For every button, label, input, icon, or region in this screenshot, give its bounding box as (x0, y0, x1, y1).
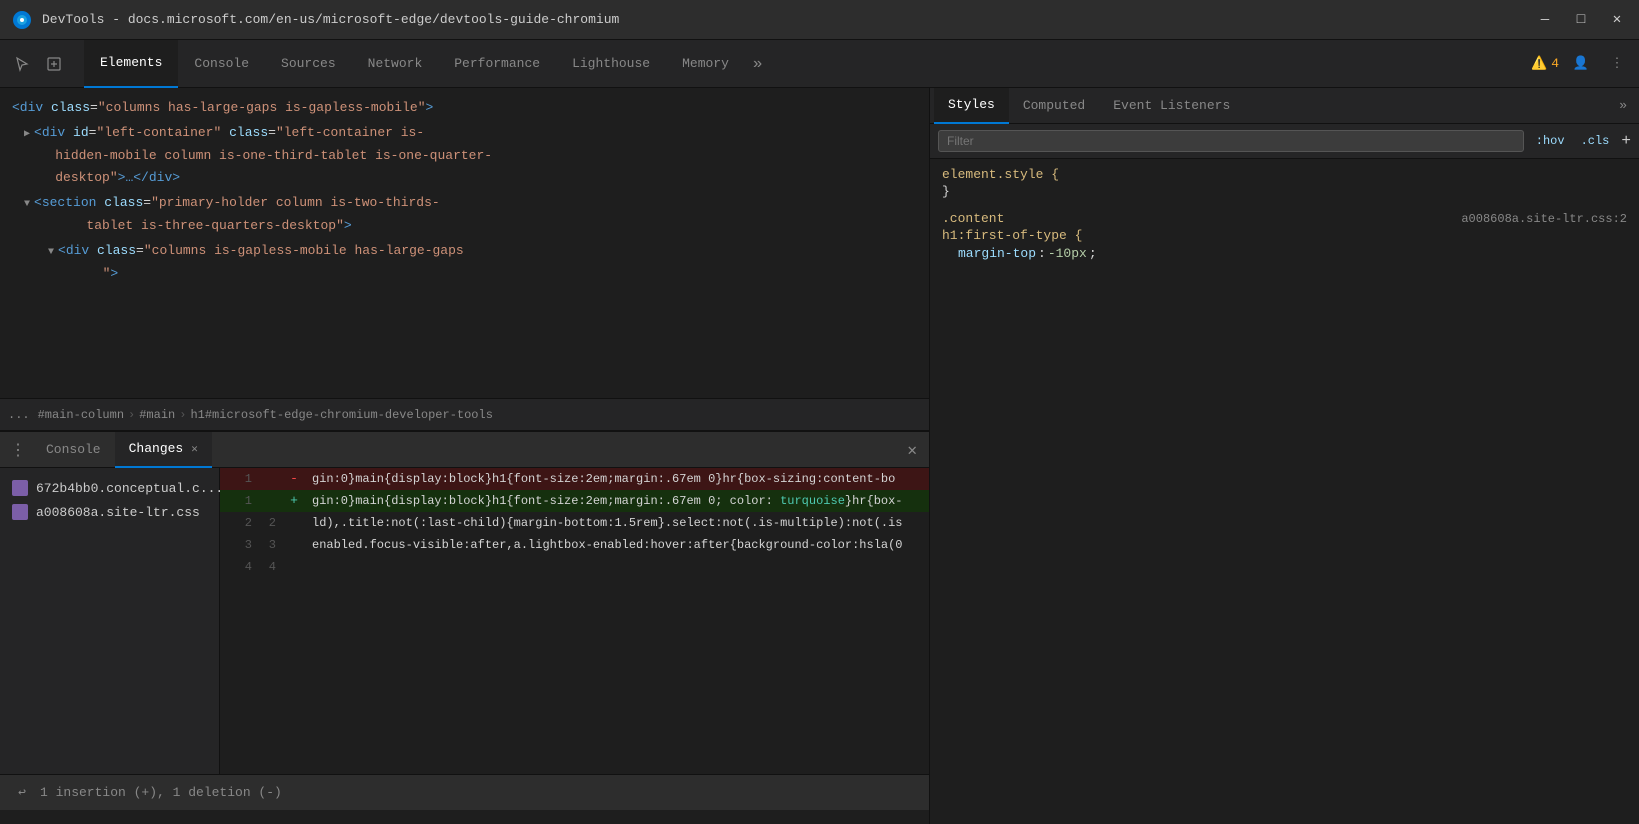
diff-content-context: ld),.title:not(:last-child){margin-botto… (304, 512, 929, 534)
tree-line: "> (0, 264, 929, 287)
cursor-tool-icon[interactable] (8, 50, 36, 78)
tree-line: ▼<section class="primary-holder column i… (0, 191, 929, 216)
filter-cls-button[interactable]: .cls (1577, 132, 1614, 150)
file-item[interactable]: a008608a.site-ltr.css (0, 500, 219, 524)
main-area: <div class="columns has-large-gaps is-ga… (0, 88, 1639, 824)
undo-icon[interactable]: ↩ (12, 783, 32, 803)
app-icon (12, 10, 32, 30)
diff-line-added: 1 + gin:0}main{display:block}h1{font-siz… (220, 490, 929, 512)
warning-icon: ⚠️ (1531, 56, 1547, 71)
tree-line: <div class="columns has-large-gaps is-ga… (0, 96, 929, 121)
styles-tab-event-listeners[interactable]: Event Listeners (1099, 88, 1244, 124)
tab-console[interactable]: Console (178, 40, 265, 88)
drawer-tab-console[interactable]: Console (32, 432, 115, 468)
tree-line: tablet is-three-quarters-desktop"> (0, 216, 929, 239)
file-icon-conceptual (12, 480, 28, 496)
diff-content-deleted: gin:0}main{display:block}h1{font-size:2e… (304, 468, 929, 490)
filter-hov-button[interactable]: :hov (1532, 132, 1569, 150)
style-rule-header: .content a008608a.site-ltr.css:2 (942, 211, 1627, 226)
drawer-content: 672b4bb0.conceptual.c... a008608a.site-l… (0, 468, 929, 774)
summary-bar: ↩ 1 insertion (+), 1 deletion (-) (0, 774, 929, 810)
tab-network[interactable]: Network (352, 40, 439, 88)
elements-tree: <div class="columns has-large-gaps is-ga… (0, 88, 929, 398)
diff-line-context: 4 4 (220, 556, 929, 578)
more-styles-tabs-icon[interactable]: » (1611, 98, 1635, 113)
tree-line: desktop">…</div> (0, 168, 929, 191)
styles-content: element.style { } .content a008608a.site… (930, 159, 1639, 824)
diff-content-added: gin:0}main{display:block}h1{font-size:2e… (304, 490, 929, 512)
diff-view: 1 - gin:0}main{display:block}h1{font-siz… (220, 468, 929, 774)
styles-tab-styles[interactable]: Styles (934, 88, 1009, 124)
tab-memory[interactable]: Memory (666, 40, 745, 88)
close-drawer-icon[interactable]: ✕ (899, 440, 925, 460)
tab-elements[interactable]: Elements (84, 40, 178, 88)
diff-line-context: 2 2 ld),.title:not(:last-child){margin-b… (220, 512, 929, 534)
top-tabs-bar: Elements Console Sources Network Perform… (0, 40, 1639, 88)
maximize-button[interactable]: □ (1571, 12, 1591, 28)
tab-lighthouse[interactable]: Lighthouse (556, 40, 666, 88)
breadcrumb-item-main-column[interactable]: #main-column (38, 408, 124, 422)
style-rule-close: } (942, 184, 1627, 199)
style-rule-content: .content a008608a.site-ltr.css:2 h1:firs… (942, 211, 1627, 262)
diff-marker-del: - (284, 468, 304, 490)
style-prop: margin-top : -10px ; (942, 245, 1627, 262)
filter-bar: :hov .cls + (930, 124, 1639, 159)
diff-content-context: enabled.focus-visible:after,a.lightbox-e… (304, 534, 929, 556)
window-title: DevTools - docs.microsoft.com/en-us/micr… (42, 12, 1525, 27)
user-account-icon[interactable]: 👤 (1567, 50, 1595, 78)
tool-icons (8, 50, 68, 78)
tabs-right-actions: ⚠️ 4 👤 ⋮ (1531, 50, 1631, 78)
tree-line: ▼<div class="columns is-gapless-mobile h… (0, 239, 929, 264)
diff-marker-context (284, 512, 304, 534)
window-controls: — □ ✕ (1535, 11, 1627, 28)
add-style-rule-icon[interactable]: + (1621, 132, 1631, 150)
more-options-icon[interactable]: ⋮ (1603, 50, 1631, 78)
file-item[interactable]: 672b4bb0.conceptual.c... (0, 476, 219, 500)
title-bar: DevTools - docs.microsoft.com/en-us/micr… (0, 0, 1639, 40)
close-tab-changes[interactable]: ✕ (191, 442, 198, 456)
inspect-tool-icon[interactable] (40, 50, 68, 78)
drawer-tabs: ⋮ Console Changes ✕ ✕ (0, 432, 929, 468)
close-button[interactable]: ✕ (1607, 11, 1627, 28)
style-source-link[interactable]: a008608a.site-ltr.css:2 (1461, 212, 1627, 226)
drawer: ⋮ Console Changes ✕ ✕ 672b4bb0.conceptua… (0, 430, 929, 810)
left-panel: <div class="columns has-large-gaps is-ga… (0, 88, 930, 824)
diff-line-deleted: 1 - gin:0}main{display:block}h1{font-siz… (220, 468, 929, 490)
drawer-tab-changes[interactable]: Changes ✕ (115, 432, 212, 468)
breadcrumb-item-main[interactable]: #main (139, 408, 175, 422)
summary-text: 1 insertion (+), 1 deletion (-) (40, 785, 282, 800)
breadcrumb-item-h1[interactable]: h1#microsoft-edge-chromium-developer-too… (190, 408, 492, 422)
right-panel: Styles Computed Event Listeners » :hov .… (930, 88, 1639, 824)
style-rule-element: element.style { } (942, 167, 1627, 199)
diff-line-context: 3 3 enabled.focus-visible:after,a.lightb… (220, 534, 929, 556)
diff-marker-context (284, 534, 304, 556)
tab-performance[interactable]: Performance (438, 40, 556, 88)
filter-input[interactable] (938, 130, 1524, 152)
tree-line: ▶<div id="left-container" class="left-co… (0, 121, 929, 146)
diff-marker-context (284, 556, 304, 578)
tab-sources[interactable]: Sources (265, 40, 352, 88)
style-rule-selector: element.style { (942, 167, 1627, 182)
tree-line: hidden-mobile column is-one-third-tablet… (0, 146, 929, 169)
warning-badge[interactable]: ⚠️ 4 (1531, 56, 1559, 71)
styles-tab-computed[interactable]: Computed (1009, 88, 1099, 124)
style-sub-selector: h1:first-of-type { (942, 228, 1627, 243)
minimize-button[interactable]: — (1535, 12, 1555, 28)
breadcrumb-dots[interactable]: ... (8, 408, 30, 422)
file-icon-css (12, 504, 28, 520)
styles-tabs: Styles Computed Event Listeners » (930, 88, 1639, 124)
breadcrumb: ... #main-column › #main › h1#microsoft-… (0, 398, 929, 430)
diff-marker-add: + (284, 490, 304, 512)
drawer-menu-icon[interactable]: ⋮ (4, 440, 32, 460)
style-selector: .content (942, 211, 1004, 226)
more-tabs-icon[interactable]: » (745, 55, 771, 73)
file-list: 672b4bb0.conceptual.c... a008608a.site-l… (0, 468, 220, 774)
